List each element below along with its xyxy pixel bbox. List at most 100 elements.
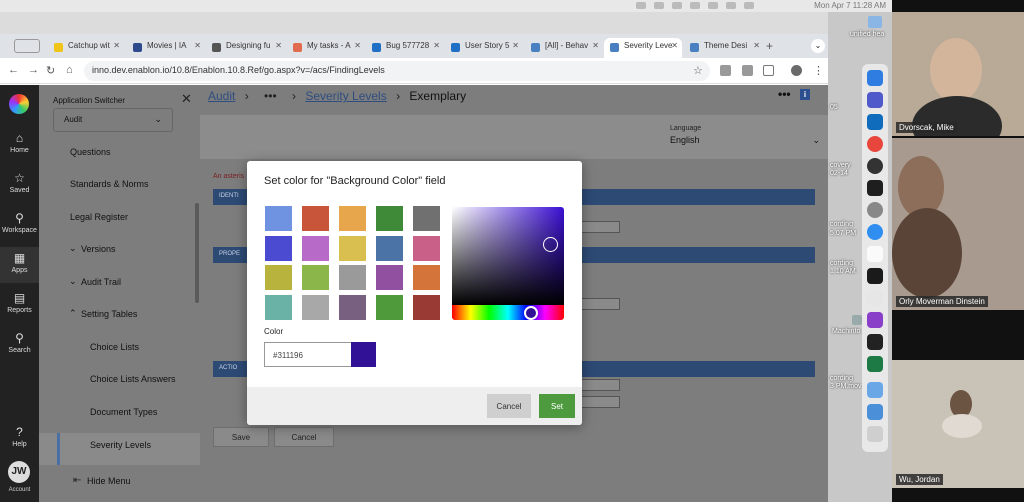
calendar-icon[interactable] <box>867 246 883 262</box>
nav-apps[interactable]: ▦ Apps <box>0 247 39 283</box>
close-icon[interactable]: ✕ <box>354 41 361 50</box>
menu-item-choice-lists[interactable]: Choice Lists <box>39 336 200 360</box>
tab-designing[interactable]: Designing fu ✕ <box>206 38 286 58</box>
close-icon[interactable]: ✕ <box>433 41 440 50</box>
cancel-button[interactable]: Cancel <box>487 394 531 418</box>
hide-menu-button[interactable]: Hide Menu <box>87 476 131 486</box>
nav-saved[interactable]: ☆ Saved <box>0 167 39 203</box>
tab-theme-designer[interactable]: Theme Desi ✕ <box>684 38 764 58</box>
forward-icon[interactable]: → <box>28 64 39 76</box>
color-swatch[interactable] <box>376 235 403 261</box>
text-field[interactable] <box>580 379 620 391</box>
menu-item-severity-levels[interactable]: Severity Levels <box>39 433 200 465</box>
close-icon[interactable]: ✕ <box>753 41 760 50</box>
menu-item-choice-lists-answers[interactable]: Choice Lists Answers <box>39 368 200 392</box>
settings-icon[interactable] <box>867 202 883 218</box>
text-field[interactable] <box>580 396 620 408</box>
color-swatch[interactable] <box>413 265 440 290</box>
chrome-icon[interactable] <box>867 136 883 152</box>
color-swatch[interactable] <box>265 265 292 290</box>
close-icon[interactable]: ✕ <box>512 41 519 50</box>
color-swatch[interactable] <box>302 206 329 231</box>
close-icon[interactable]: ✕ <box>181 91 192 107</box>
excel-icon[interactable] <box>867 356 883 372</box>
hue-slider[interactable] <box>452 305 564 320</box>
tab-movies[interactable]: Movies | IA ✕ <box>127 38 205 58</box>
color-swatch[interactable] <box>302 265 329 290</box>
menu-item-standards[interactable]: Standards & Norms <box>39 173 200 197</box>
color-swatch[interactable] <box>339 206 366 231</box>
browser-menu-icon[interactable]: ⋮ <box>813 64 824 77</box>
nav-workspace[interactable]: ⚲ Workspace <box>0 207 39 243</box>
app-p-icon[interactable] <box>867 334 883 350</box>
enablon-logo[interactable] <box>9 94 29 114</box>
nav-home[interactable]: ⌂ Home <box>0 127 39 163</box>
nav-search[interactable]: ⚲ Search <box>0 327 39 363</box>
launchpad-icon[interactable] <box>867 290 883 306</box>
color-swatch[interactable] <box>339 265 366 290</box>
close-icon[interactable]: ✕ <box>194 41 201 50</box>
color-swatch[interactable] <box>265 294 292 320</box>
tab-catchup[interactable]: Catchup wit ✕ <box>48 38 124 58</box>
trash-icon[interactable] <box>867 426 883 442</box>
participant-tile[interactable]: Dvorscak, Mike <box>892 12 1024 136</box>
cancel-button[interactable]: Cancel <box>274 427 334 447</box>
color-swatch[interactable] <box>302 294 329 320</box>
app-switcher-select[interactable]: Audit ⌄ <box>53 108 173 132</box>
menu-item-setting-tables[interactable]: ⌃ Setting Tables <box>39 303 200 327</box>
participant-tile[interactable]: Wu, Jordan <box>892 360 1024 488</box>
address-bar[interactable]: inno.dev.enablon.io/10.8/Enablon.10.8.Re… <box>84 61 710 81</box>
avatar[interactable]: JW <box>8 461 30 483</box>
activity-monitor-icon[interactable] <box>867 268 883 284</box>
saturation-handle[interactable] <box>543 237 558 252</box>
save-button[interactable]: Save <box>213 427 269 447</box>
teams-icon[interactable] <box>867 92 883 108</box>
menu-item-versions[interactable]: ⌄ Versions <box>39 238 200 262</box>
breadcrumb-audit[interactable]: Audit <box>208 89 235 103</box>
color-swatch[interactable] <box>265 206 292 231</box>
camera-icon[interactable] <box>720 65 731 76</box>
menu-item-questions[interactable]: Questions <box>39 141 200 165</box>
color-swatch[interactable] <box>376 265 403 290</box>
color-swatch[interactable] <box>302 235 329 261</box>
back-icon[interactable]: ← <box>8 64 19 76</box>
color-swatch[interactable] <box>265 235 292 261</box>
outlook-icon[interactable] <box>867 114 883 130</box>
menu-item-document-types[interactable]: Document Types <box>39 401 200 425</box>
tab-my-tasks[interactable]: My tasks - A ✕ <box>287 38 365 58</box>
participant-tile[interactable]: Orly Moverman Dinstein <box>892 138 1024 310</box>
profile-avatar[interactable] <box>791 65 802 76</box>
home-icon[interactable]: ⌂ <box>66 64 73 76</box>
color-swatch[interactable] <box>413 206 440 231</box>
color-swatch[interactable] <box>339 235 366 261</box>
desktop-folder-icon[interactable] <box>868 16 882 28</box>
set-button[interactable]: Set <box>539 394 575 418</box>
breadcrumb-severity-levels[interactable]: Severity Levels <box>305 89 386 103</box>
nav-reports[interactable]: ▤ Reports <box>0 287 39 323</box>
color-swatch[interactable] <box>413 294 440 320</box>
password-key-icon[interactable] <box>742 65 753 76</box>
color-swatch[interactable] <box>376 206 403 231</box>
color-hex-input[interactable]: #311196 <box>264 342 352 367</box>
new-tab-button[interactable]: + <box>766 39 773 53</box>
hue-handle[interactable] <box>524 306 538 320</box>
color-swatch[interactable] <box>413 235 440 261</box>
desktop-drive-icon[interactable] <box>852 315 862 325</box>
close-icon[interactable]: ✕ <box>275 41 282 50</box>
safari-icon[interactable] <box>867 224 883 240</box>
podcasts-icon[interactable] <box>867 312 883 328</box>
more-actions-icon[interactable]: ••• <box>778 87 791 101</box>
breadcrumb-more[interactable]: ••• <box>264 89 277 103</box>
color-swatch[interactable] <box>339 294 366 320</box>
menu-item-legal-register[interactable]: Legal Register <box>39 206 200 230</box>
tab-all-behav[interactable]: [All] - Behav ✕ <box>525 38 603 58</box>
tab-severity-levels[interactable]: Severity Leve ✕ <box>604 38 682 58</box>
select-field[interactable] <box>580 298 620 310</box>
folder-icon[interactable] <box>867 382 883 398</box>
language-select[interactable]: English ⌄ <box>670 135 820 145</box>
tab-sidebar-icon[interactable] <box>763 65 774 76</box>
info-icon[interactable]: i <box>800 89 810 100</box>
color-swatch[interactable] <box>376 294 403 320</box>
nav-help[interactable]: ? Help <box>0 421 39 457</box>
window-icon[interactable] <box>14 39 40 53</box>
